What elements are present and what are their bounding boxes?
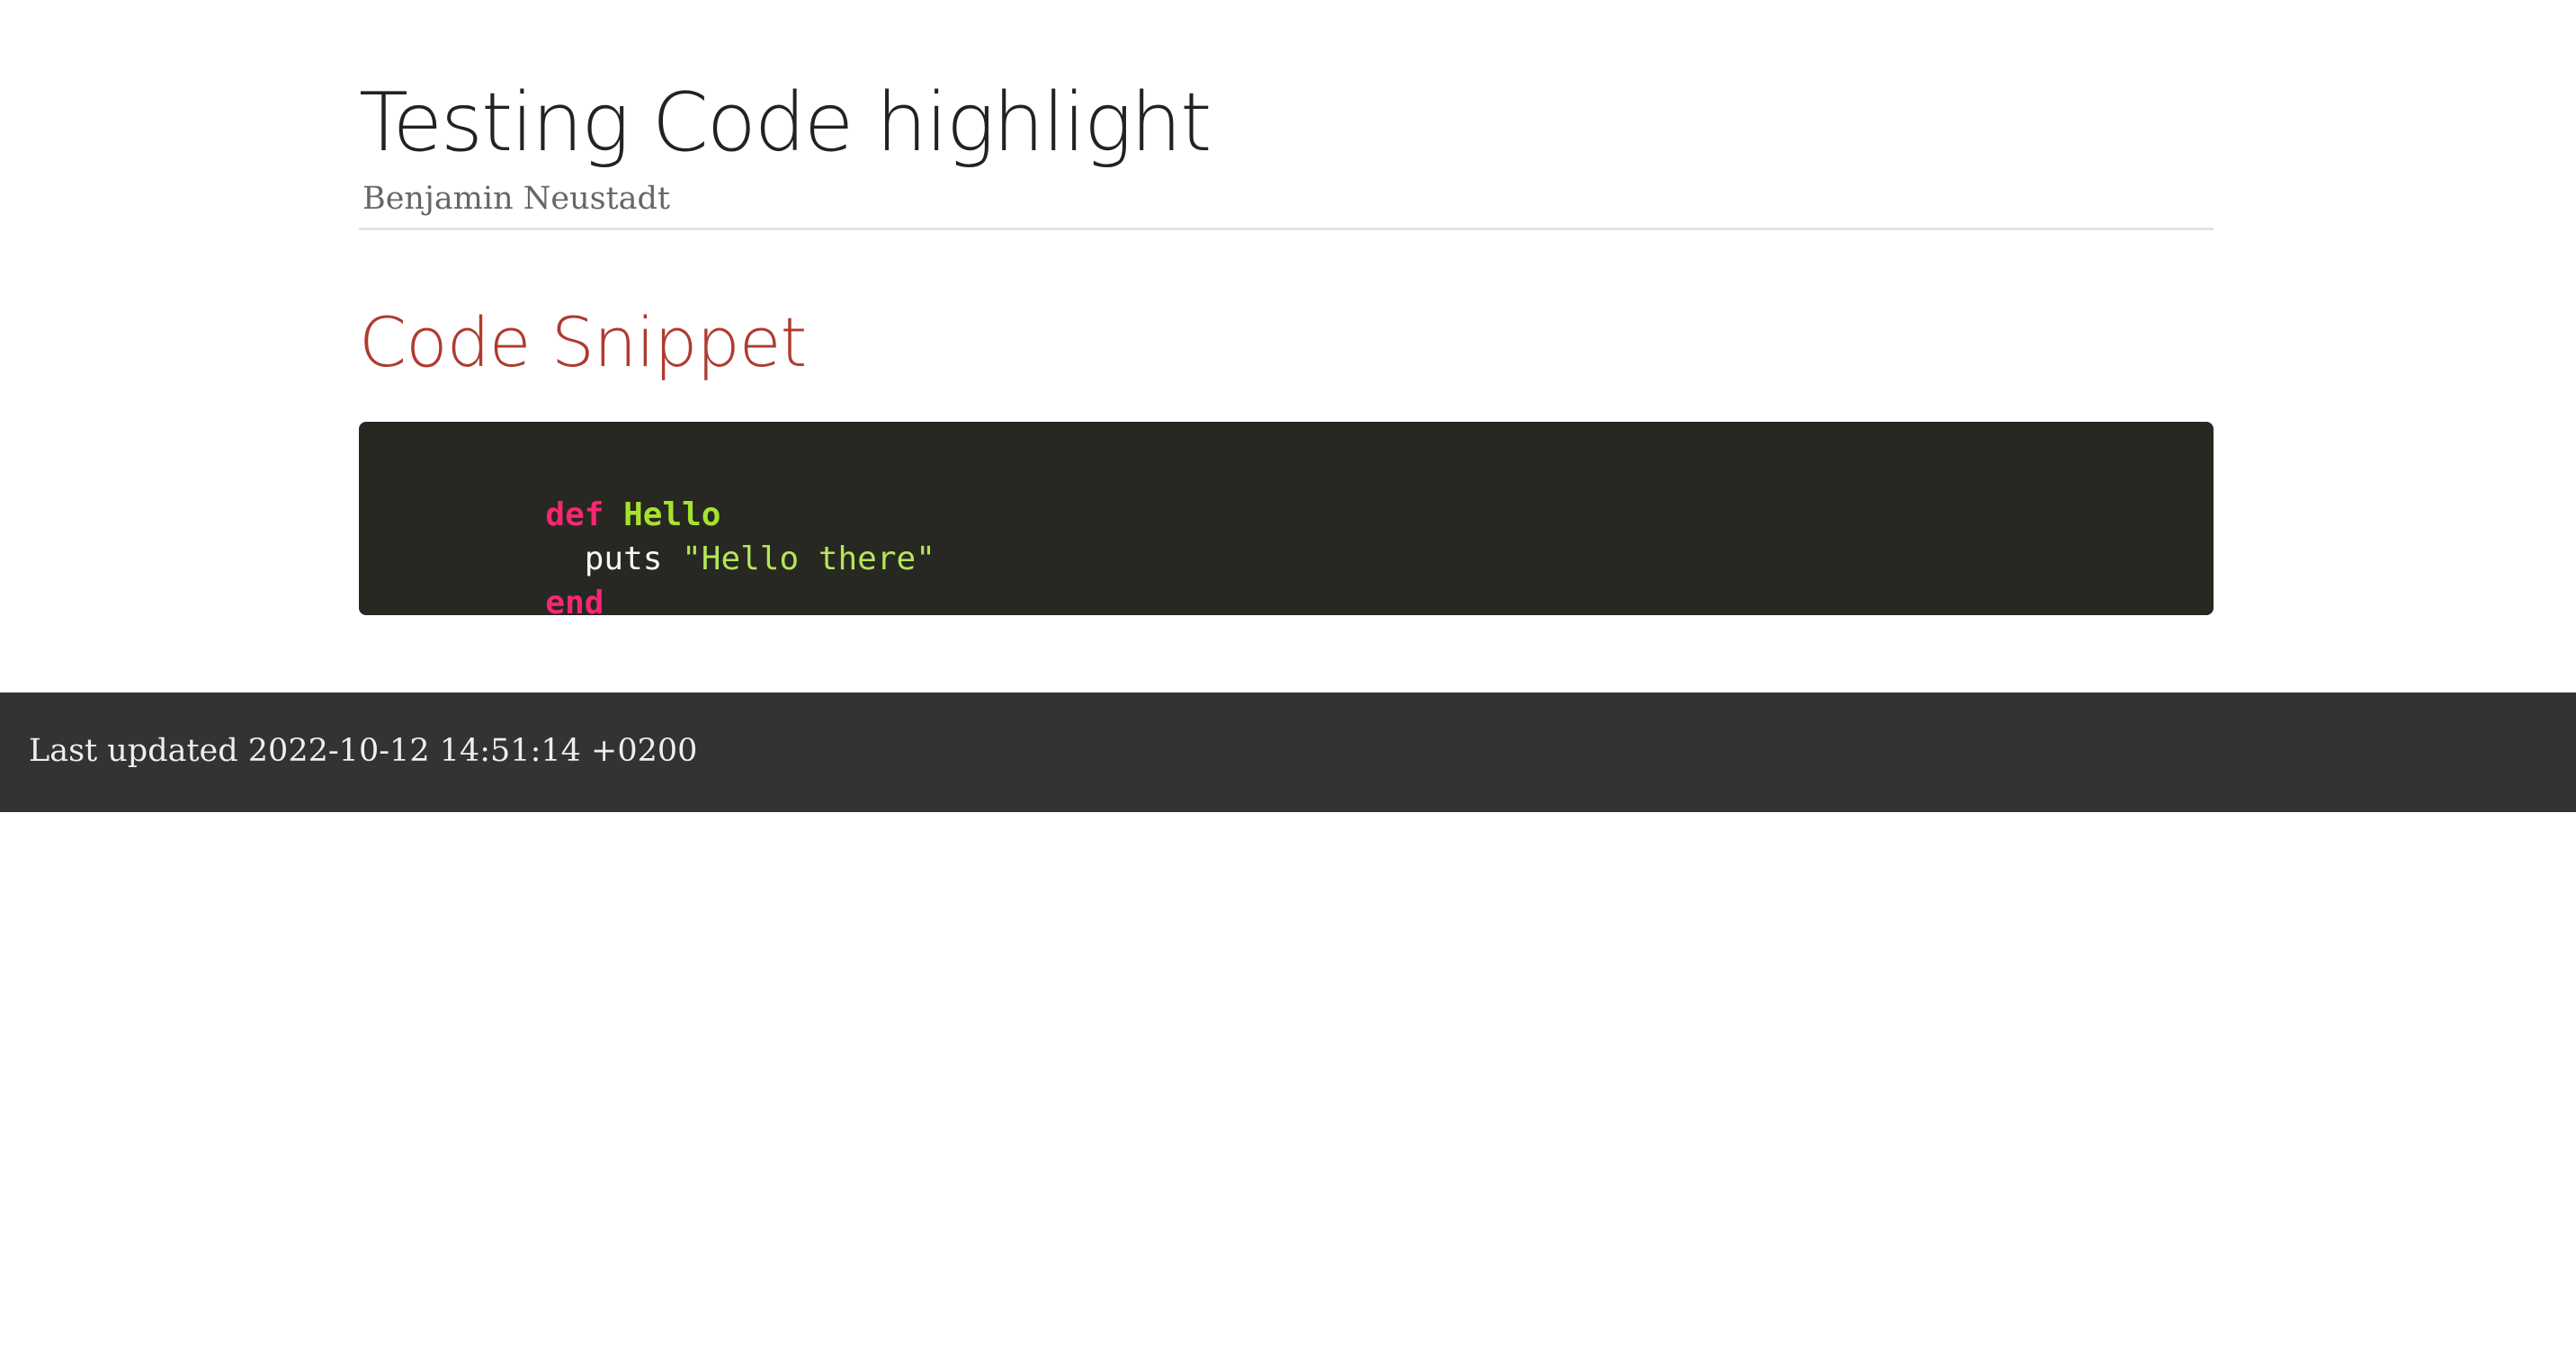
last-updated-text: Last updated 2022-10-12 14:51:14 +0200 (29, 733, 698, 769)
section-heading: Code Snippet (359, 302, 807, 382)
code-line: def Hello (389, 449, 2183, 533)
header-divider (359, 228, 2214, 230)
code-function-name: Hello (623, 496, 721, 533)
author-name: Benjamin Neustadt (362, 181, 670, 217)
footer: Last updated 2022-10-12 14:51:14 +0200 (0, 692, 2576, 812)
code-block[interactable]: def Hello puts "Hello there" end (359, 422, 2214, 621)
code-keyword: end (545, 585, 604, 621)
page: Testing Code highlight Benjamin Neustadt… (0, 0, 2576, 1367)
page-title: Testing Code highlight (359, 76, 1212, 170)
code-keyword: def (545, 496, 604, 533)
code-text: puts (545, 541, 683, 577)
code-string: "Hello there" (682, 541, 935, 577)
